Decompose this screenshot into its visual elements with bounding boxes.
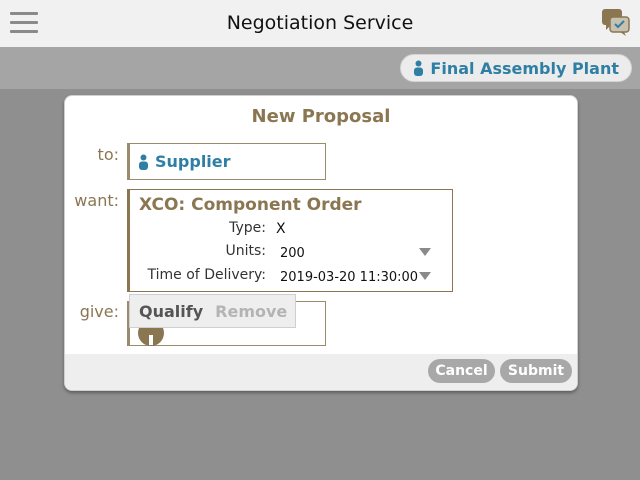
delivery-label: Time of Delivery: [147, 267, 266, 283]
new-proposal-dialog: New Proposal to: Supplier want: XCO: Com… [64, 95, 578, 391]
item-action-popup: Qualify Remove [129, 294, 296, 328]
delivery-select[interactable]: 2019-03-20 11:30:00 [280, 270, 418, 285]
person-icon [414, 60, 424, 76]
submit-button[interactable]: Submit [500, 359, 572, 383]
delivery-dropdown-arrow-icon[interactable] [419, 272, 431, 280]
dialog-footer: Cancel Submit [65, 354, 577, 390]
recipient-field[interactable]: Supplier [127, 143, 326, 180]
qualify-button[interactable]: Qualify [139, 302, 203, 321]
type-label: Type: [229, 220, 266, 236]
to-label: to: [97, 145, 119, 164]
dialog-title: New Proposal [251, 106, 391, 127]
type-value: X [276, 221, 286, 237]
organization-chip[interactable]: Final Assembly Plant [400, 54, 632, 82]
cancel-button[interactable]: Cancel [428, 359, 495, 383]
app-title: Negotiation Service [226, 12, 414, 34]
chat-bubbles-icon[interactable] [601, 8, 631, 38]
want-label: want: [74, 191, 119, 210]
context-bar: Final Assembly Plant [0, 47, 640, 89]
want-item-card[interactable]: XCO: Component Order Type: X Units: 200 … [127, 189, 453, 292]
recipient-value: Supplier [155, 152, 231, 171]
organization-label: Final Assembly Plant [430, 58, 619, 78]
units-select[interactable]: 200 [280, 246, 305, 261]
give-label: give: [79, 302, 119, 321]
remove-button[interactable]: Remove [215, 302, 287, 321]
top-bar: Negotiation Service [0, 0, 640, 47]
want-item-title: XCO: Component Order [139, 195, 362, 215]
units-dropdown-arrow-icon[interactable] [419, 248, 431, 256]
units-label: Units: [225, 243, 266, 259]
person-icon [139, 154, 148, 170]
